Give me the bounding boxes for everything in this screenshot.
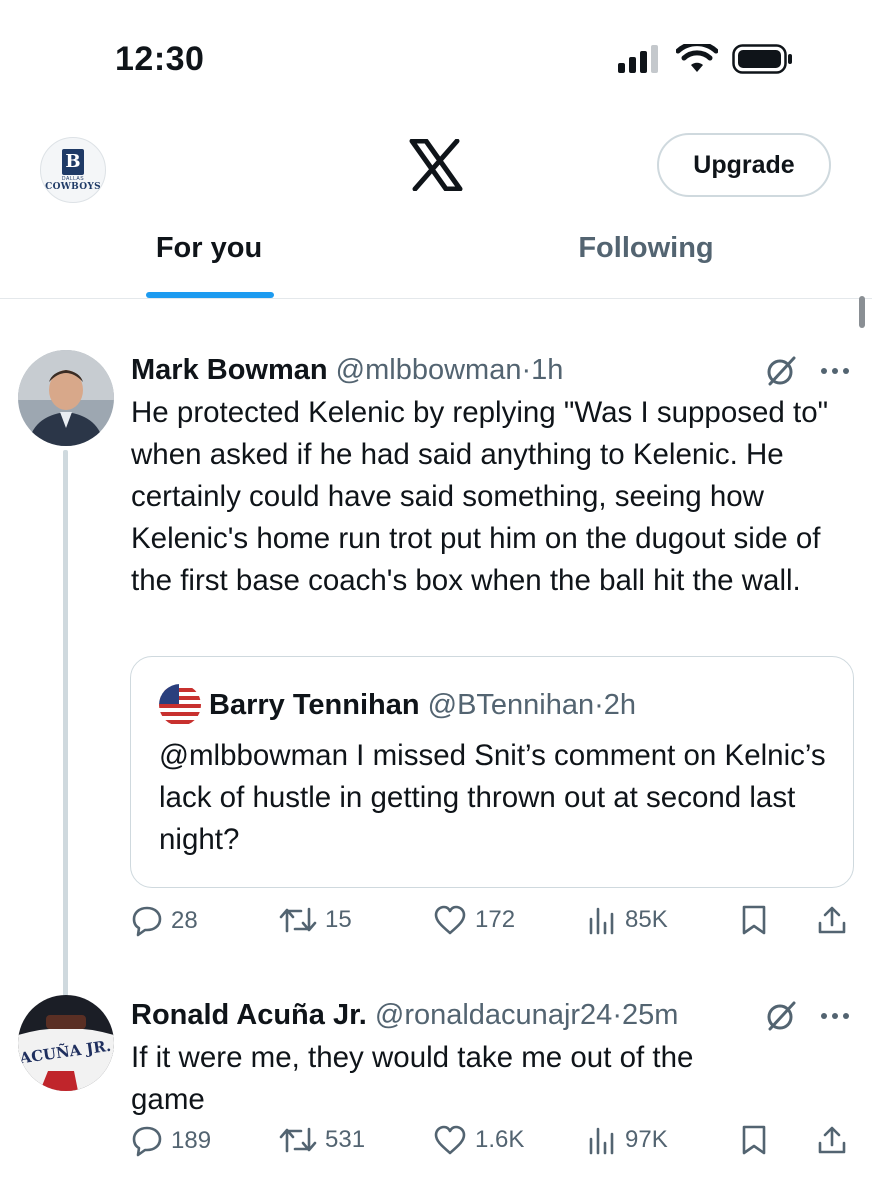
american-flag-icon [159, 684, 201, 726]
timestamp[interactable]: 1h [531, 354, 563, 386]
reply-count: 28 [171, 907, 198, 934]
quoted-tweet[interactable]: Barry Tennihan @BTennihan · 2h @mlbbowman … [130, 656, 854, 888]
reply-button[interactable]: 189 [131, 1125, 211, 1157]
tab-for-you[interactable]: For you [124, 232, 294, 299]
views-chart-icon [589, 907, 614, 935]
status-bar: 12:30 [0, 0, 872, 110]
timeline-tabs: For you Following [0, 222, 872, 299]
avatar[interactable] [18, 350, 114, 446]
reply-icon [132, 906, 162, 937]
tweet-action-bar: 189 531 1.6K 97K [131, 1125, 853, 1165]
like-button[interactable]: 1.6K [433, 1125, 524, 1155]
share-icon [818, 1126, 846, 1154]
wifi-icon [676, 44, 718, 72]
tweet-top-actions [764, 354, 850, 388]
tweet-action-bar: 28 15 172 85K [131, 905, 853, 945]
tweet-top-actions [764, 999, 850, 1033]
like-button[interactable]: 172 [433, 905, 515, 935]
avatar[interactable]: ACUÑA JR. [18, 995, 114, 1091]
display-name[interactable]: Ronald Acuña Jr. [131, 999, 367, 1031]
tweet[interactable]: Mark Bowman @mlbbowman·1h He protected K… [0, 330, 872, 1090]
reply-button[interactable]: 28 [131, 905, 198, 937]
views-count: 97K [625, 1126, 668, 1153]
tweet-header: Mark Bowman @mlbbowman·1h [131, 350, 563, 390]
repost-icon [279, 1127, 317, 1153]
views-count: 85K [625, 906, 668, 933]
scrollbar[interactable] [859, 296, 865, 328]
reply-icon [132, 1126, 162, 1157]
bookmark-icon [742, 905, 766, 935]
tab-following[interactable]: Following [540, 232, 752, 299]
share-button[interactable] [817, 1125, 847, 1155]
timestamp[interactable]: 25m [622, 999, 678, 1031]
handle[interactable]: @mlbbowman [336, 354, 522, 386]
quote-separator: · [594, 689, 604, 721]
profile-avatar[interactable]: B DALLAS COWBOYS [40, 137, 106, 203]
heart-icon [434, 1125, 466, 1155]
share-icon [818, 906, 846, 934]
user-photo-icon [18, 350, 114, 446]
views-chart-icon [589, 1127, 614, 1155]
quote-text: @mlbbowman I missed Snit’s comment on Ke… [159, 739, 826, 856]
quote-display-name[interactable]: Barry Tennihan [209, 685, 420, 725]
quote-header: Barry Tennihan @BTennihan · 2h [159, 684, 636, 726]
tweet[interactable]: ACUÑA JR. Ronald Acuña Jr. @ronaldacunaj… [0, 975, 872, 1175]
tweet-header: Ronald Acuña Jr. @ronaldacunajr24·25m [131, 995, 678, 1035]
tweet-text: If it were me, they would take me out of… [131, 1041, 702, 1116]
repost-button[interactable]: 15 [279, 905, 352, 935]
quote-handle[interactable]: @BTennihan [428, 685, 595, 725]
grok-icon[interactable] [764, 354, 798, 388]
quote-avatar[interactable] [159, 684, 201, 726]
separator: · [521, 354, 532, 386]
cowboys-logo-icon: B [62, 148, 84, 175]
x-logo-icon[interactable] [408, 139, 464, 191]
profile-avatar-logo-text: COWBOYS [45, 181, 101, 192]
tweet-text: He protected Kelenic by replying "Was I … [131, 396, 837, 597]
views-button[interactable]: 85K [587, 905, 668, 935]
repost-icon [279, 907, 317, 933]
like-count: 1.6K [475, 1126, 525, 1153]
status-icons [618, 44, 794, 74]
handle[interactable]: @ronaldacunajr24 [375, 999, 612, 1031]
like-count: 172 [475, 906, 516, 933]
jersey-photo-icon: ACUÑA JR. [18, 995, 114, 1091]
upgrade-button[interactable]: Upgrade [657, 133, 831, 197]
bookmark-icon [742, 1125, 766, 1155]
top-bar: B DALLAS COWBOYS Upgrade [0, 125, 872, 210]
separator: · [612, 999, 622, 1031]
quote-timestamp[interactable]: 2h [604, 685, 636, 725]
more-options-icon[interactable] [820, 367, 850, 375]
tab-selected-indicator [146, 292, 274, 298]
views-button[interactable]: 97K [587, 1125, 668, 1155]
display-name[interactable]: Mark Bowman [131, 354, 328, 386]
more-options-icon[interactable] [820, 1012, 850, 1020]
repost-button[interactable]: 531 [279, 1125, 365, 1155]
repost-count: 531 [325, 1126, 366, 1153]
heart-icon [434, 905, 466, 935]
battery-icon [732, 44, 792, 74]
grok-icon[interactable] [764, 999, 798, 1033]
bookmark-button[interactable] [741, 905, 767, 935]
cellular-signal-icon [618, 45, 658, 73]
bookmark-button[interactable] [741, 1125, 767, 1155]
reply-count: 189 [171, 1127, 212, 1154]
repost-count: 15 [325, 906, 352, 933]
status-time: 12:30 [115, 40, 205, 78]
share-button[interactable] [817, 905, 847, 935]
